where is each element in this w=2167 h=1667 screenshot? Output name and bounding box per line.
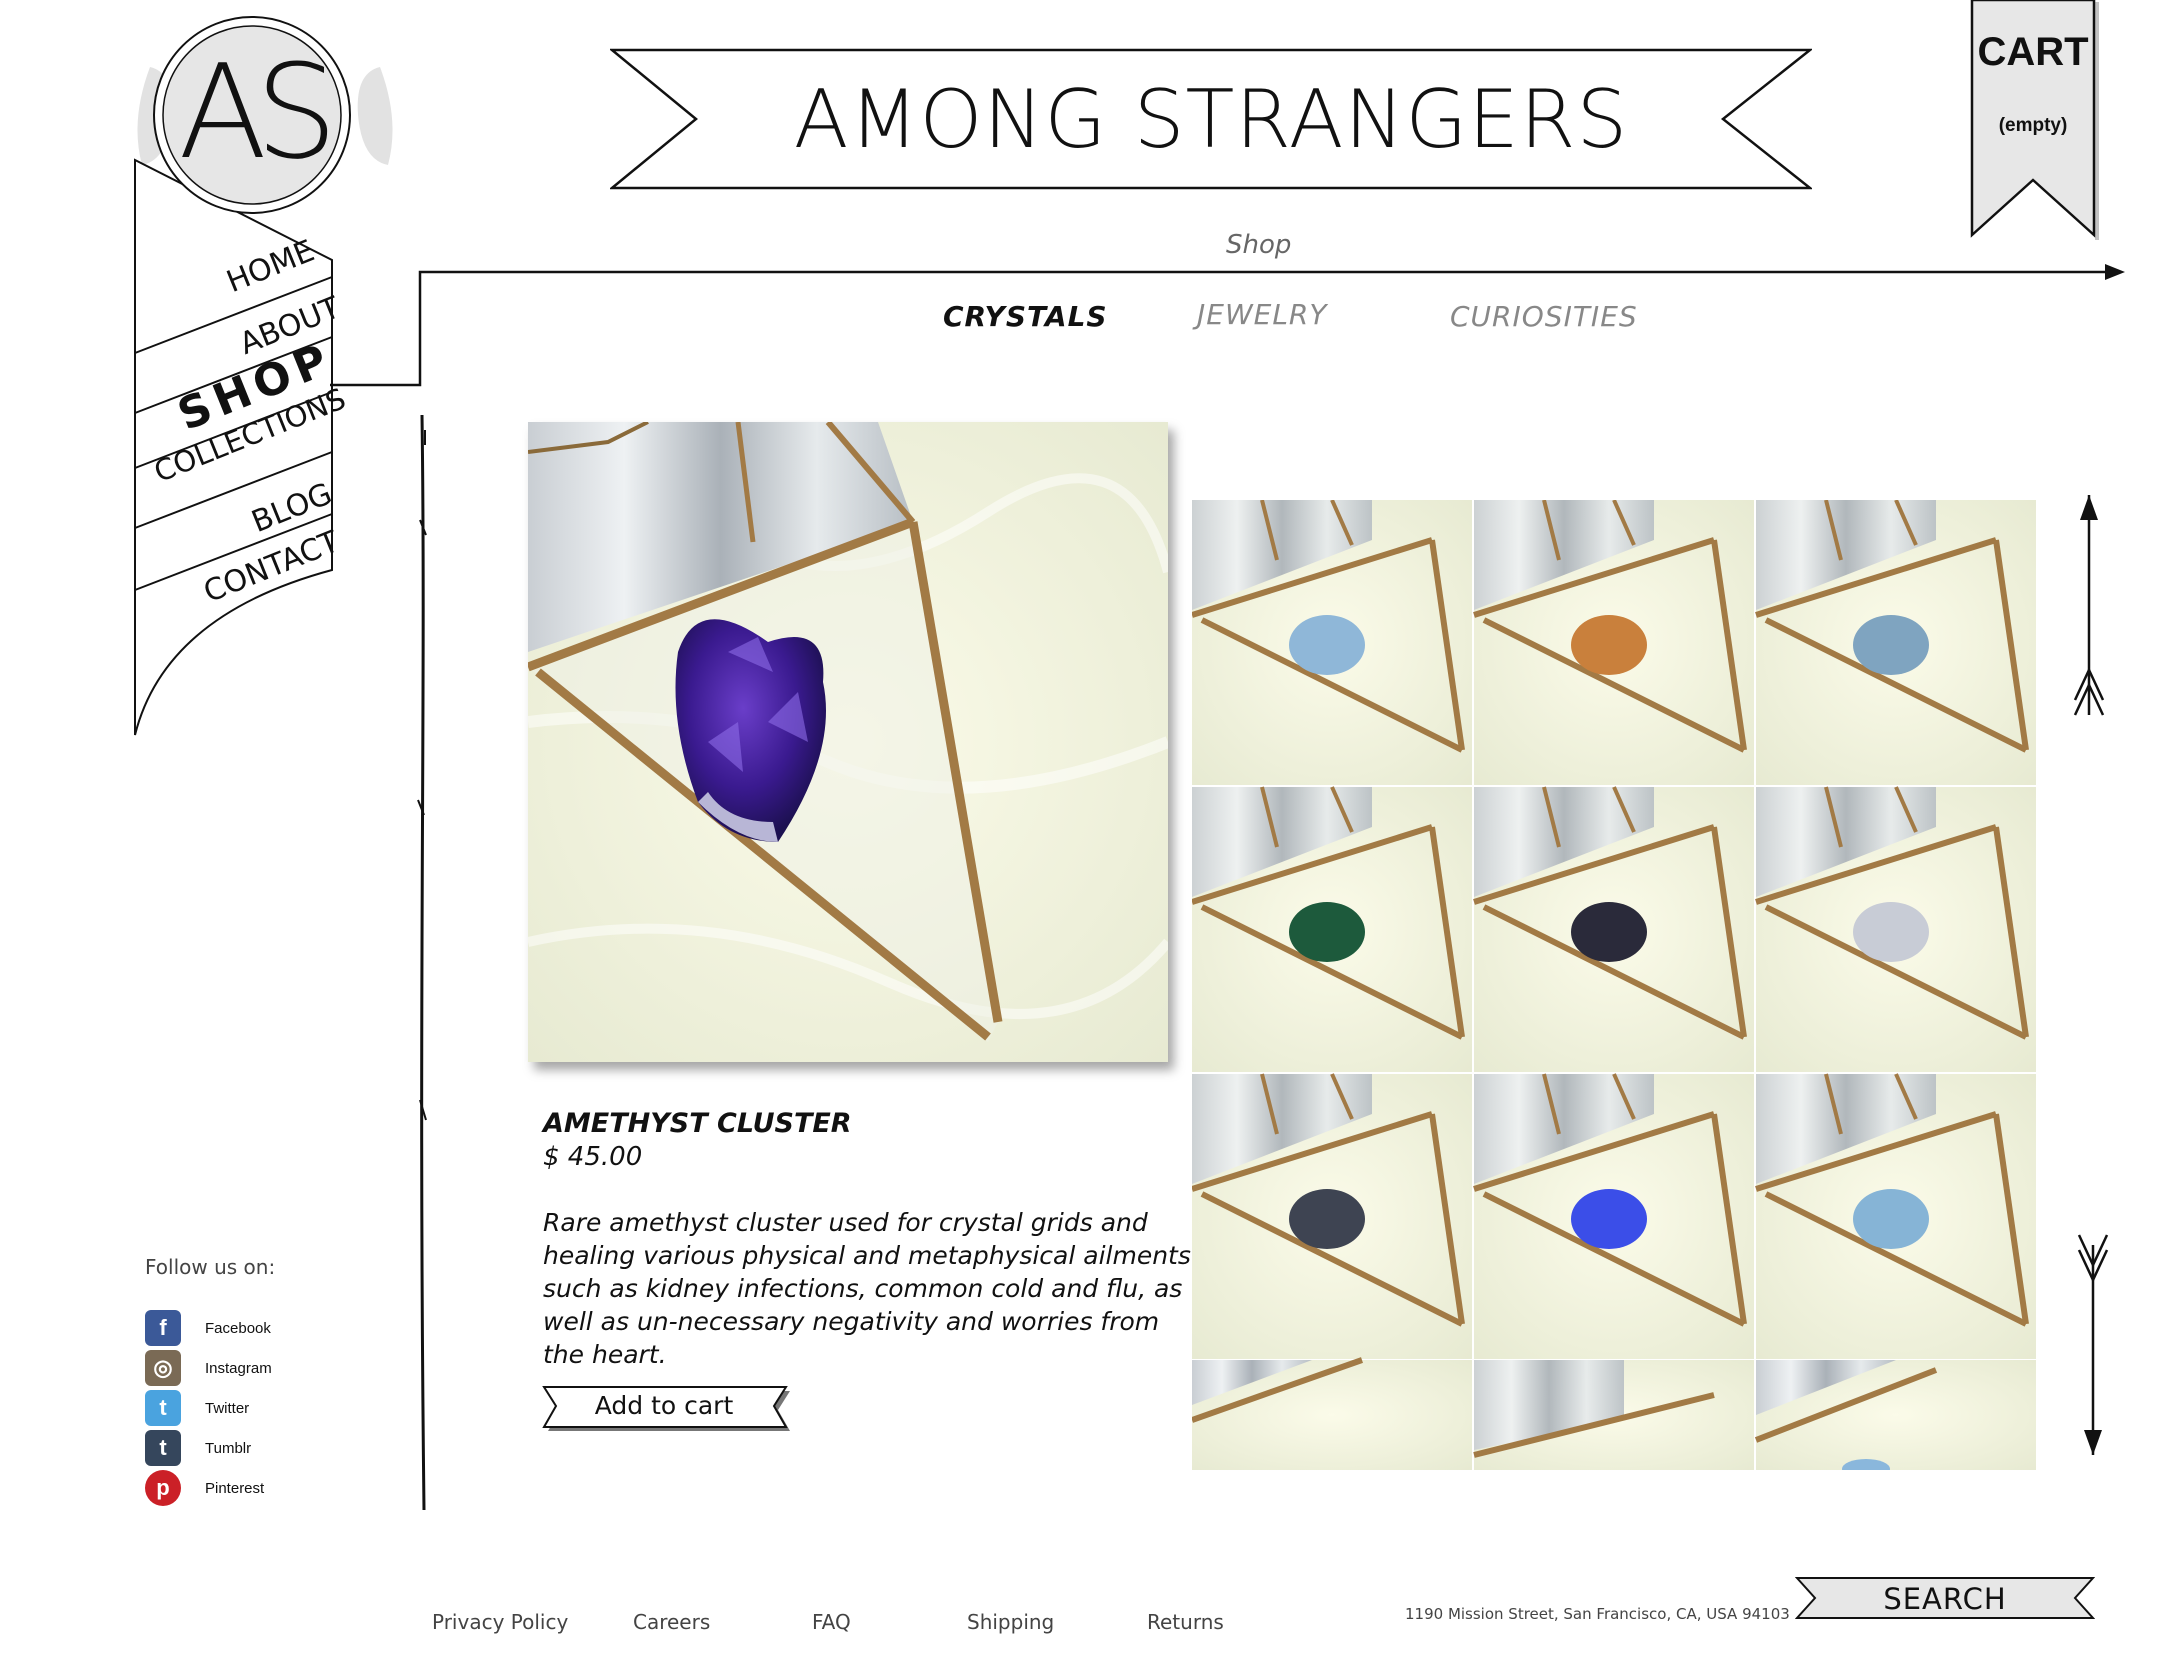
product-thumbnail[interactable] — [1756, 500, 2036, 785]
tab-jewelry[interactable]: JEWELRY — [1197, 298, 1327, 331]
product-name: AMETHYST CLUSTER — [543, 1108, 852, 1139]
social-label[interactable]: Facebook — [205, 1320, 271, 1337]
social-link-pinterest[interactable]: p Pinterest — [145, 1470, 264, 1506]
add-to-cart-label: Add to cart — [594, 1391, 734, 1420]
product-thumbnail[interactable] — [1756, 1074, 2036, 1359]
social-label[interactable]: Instagram — [205, 1360, 272, 1377]
search-label: SEARCH — [1883, 1582, 2007, 1616]
product-thumbnail[interactable] — [1192, 500, 1472, 785]
social-link-tumblr[interactable]: t Tumblr — [145, 1430, 251, 1466]
social-label[interactable]: Twitter — [205, 1400, 249, 1417]
social-link-instagram[interactable]: ◎ Instagram — [145, 1350, 272, 1386]
scroll-arrows — [2073, 495, 2109, 1455]
social-link-twitter[interactable]: t Twitter — [145, 1390, 249, 1426]
search-button[interactable]: SEARCH — [1795, 1576, 2095, 1620]
product-thumbnail[interactable] — [1474, 1074, 1754, 1359]
product-main-image[interactable] — [528, 422, 1168, 1062]
scroll-up-arrow-icon[interactable] — [2080, 495, 2098, 520]
footer-careers[interactable]: Careers — [633, 1610, 710, 1634]
tab-curiosities[interactable]: CURIOSITIES — [1450, 300, 1638, 333]
product-thumbnail[interactable] — [1474, 500, 1754, 785]
thumbnail-grid — [1192, 500, 2042, 1479]
social-link-facebook[interactable]: f Facebook — [145, 1310, 271, 1346]
product-thumbnail[interactable] — [1192, 787, 1472, 1072]
twitter-icon[interactable]: t — [145, 1390, 181, 1426]
follow-heading: Follow us on: — [145, 1255, 276, 1279]
pinterest-icon[interactable]: p — [145, 1470, 181, 1506]
product-price: $ 45.00 — [543, 1142, 643, 1172]
footer-returns[interactable]: Returns — [1147, 1610, 1224, 1634]
tab-crystals[interactable]: CRYSTALS — [943, 300, 1108, 333]
product-thumbnail[interactable] — [1192, 1361, 1472, 1471]
footer-shipping[interactable]: Shipping — [967, 1610, 1054, 1634]
product-thumbnail[interactable] — [1474, 787, 1754, 1072]
footer-address: 1190 Mission Street, San Francisco, CA, … — [1405, 1605, 1790, 1623]
product-description: Rare amethyst cluster used for crystal g… — [543, 1208, 1191, 1369]
product-thumbnail[interactable] — [1756, 787, 2036, 1072]
breadcrumb-shop[interactable]: Shop — [1226, 230, 1291, 260]
instagram-icon[interactable]: ◎ — [145, 1350, 181, 1386]
footer-faq[interactable]: FAQ — [812, 1610, 851, 1634]
product-thumbnail[interactable] — [1756, 1361, 2036, 1471]
product-thumbnail[interactable] — [1192, 1074, 1472, 1359]
add-to-cart-button[interactable]: Add to cart — [542, 1385, 790, 1433]
social-label[interactable]: Pinterest — [205, 1480, 264, 1497]
facebook-icon[interactable]: f — [145, 1310, 181, 1346]
amethyst-photo — [528, 422, 1168, 1062]
tumblr-icon[interactable]: t — [145, 1430, 181, 1466]
product-thumbnail[interactable] — [1474, 1361, 1754, 1471]
footer-privacy-policy[interactable]: Privacy Policy — [432, 1610, 568, 1634]
social-label[interactable]: Tumblr — [205, 1440, 251, 1457]
scroll-down-arrow-icon[interactable] — [2084, 1430, 2102, 1455]
